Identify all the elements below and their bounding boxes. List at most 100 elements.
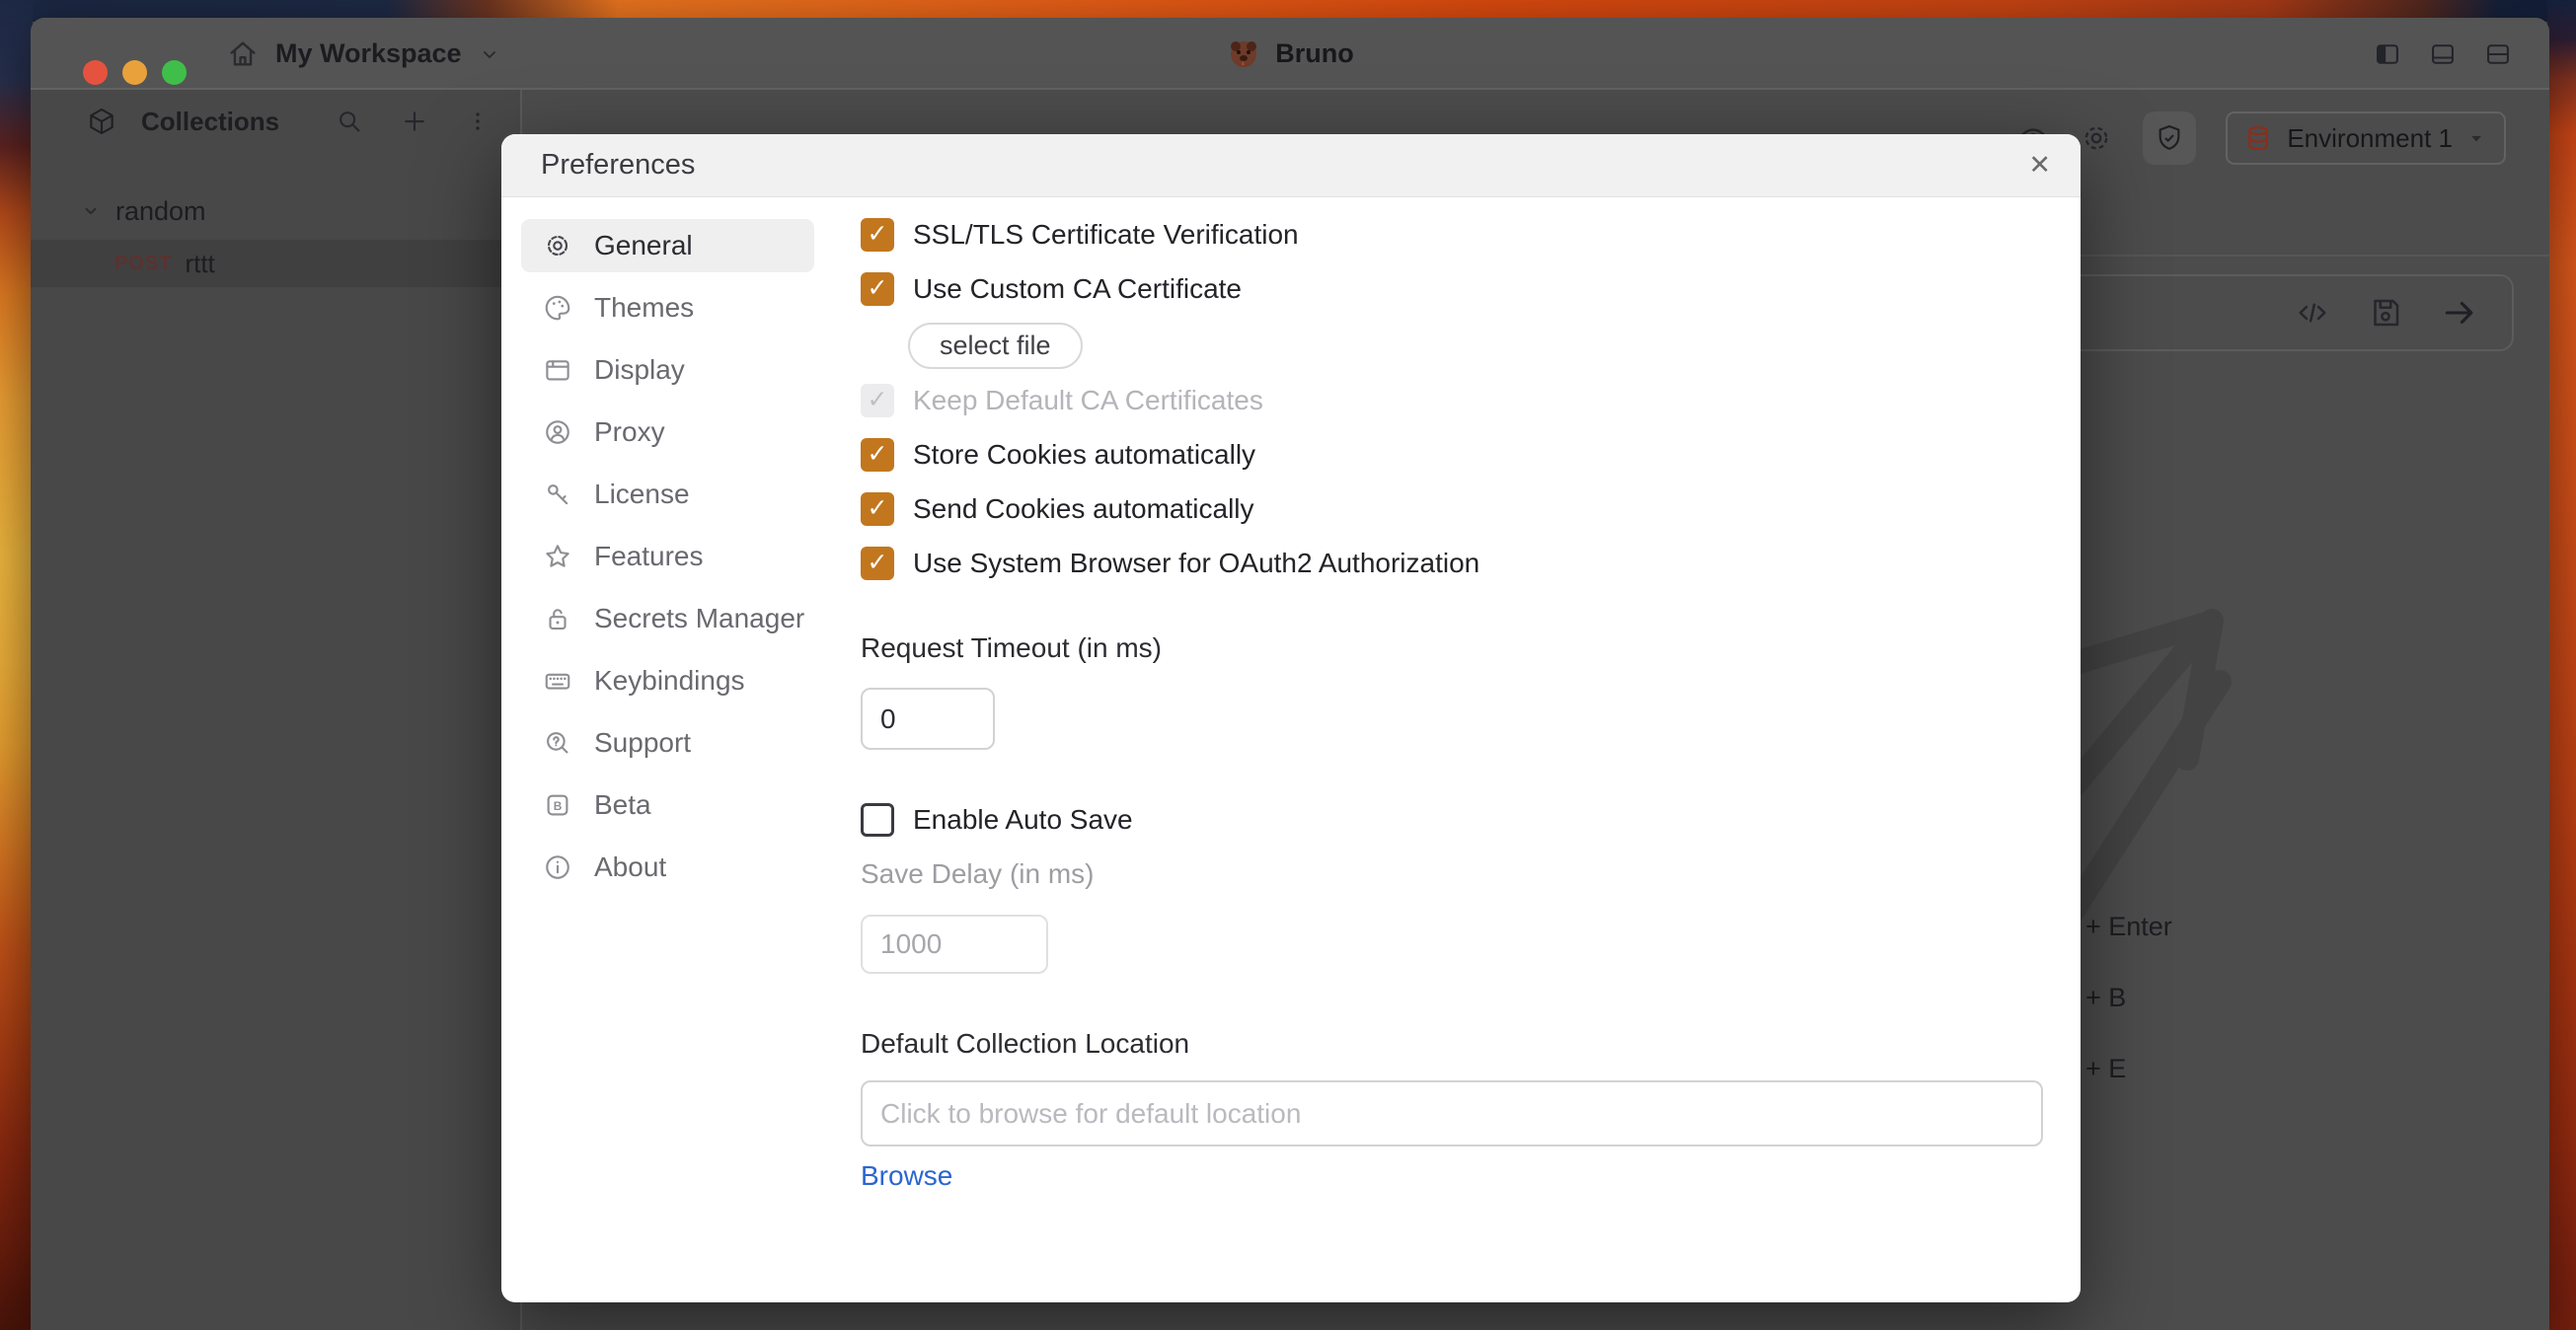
environment-label: Environment 1 [2287, 123, 2453, 154]
star-icon [543, 542, 572, 571]
display-icon [543, 355, 572, 385]
keep-row: ✓ Keep Default CA Certificates [861, 381, 1263, 420]
app-title: Bruno [1275, 38, 1353, 69]
send-arrow-icon[interactable] [2441, 294, 2478, 332]
browse-link[interactable]: Browse [861, 1156, 952, 1196]
key-icon [543, 480, 572, 509]
info-icon [543, 852, 572, 882]
save-delay-label: Save Delay (in ms) [861, 854, 1095, 894]
ssl-label: SSL/TLS Certificate Verification [913, 219, 1299, 251]
desktop-wallpaper-right [2547, 0, 2576, 1330]
keyboard-shortcuts-list: + Enter + B + E [2085, 909, 2172, 1086]
package-cube-icon [86, 106, 117, 137]
default-collection-location-input[interactable] [861, 1080, 2043, 1146]
enable-auto-save-checkbox[interactable]: ✓ [861, 803, 894, 837]
store-label: Store Cookies automatically [913, 439, 1255, 471]
desktop-wallpaper-left [0, 0, 33, 1330]
request-timeout-input[interactable] [861, 688, 995, 750]
modal-title: Preferences [541, 149, 695, 182]
ssl-row: ✓ SSL/TLS Certificate Verification [861, 215, 1299, 255]
nav-label: Display [594, 354, 685, 386]
send-checkbox[interactable]: ✓ [861, 492, 894, 526]
collection-item-random[interactable]: random [31, 188, 520, 234]
nav-label: Proxy [594, 416, 665, 448]
keyboard-icon [543, 666, 572, 696]
shield-check-button[interactable] [2143, 111, 2196, 165]
preferences-nav-general[interactable]: General [521, 219, 814, 272]
nav-label: Beta [594, 789, 651, 821]
shortcut-hint: + E [2085, 1051, 2172, 1086]
shield-check-icon [2154, 122, 2185, 154]
code-icon[interactable] [2295, 295, 2330, 331]
shortcut-hint: + Enter [2085, 909, 2172, 944]
preferences-nav: General Themes Display Proxy License Features… [521, 219, 814, 894]
preferences-nav-features[interactable]: Features [521, 530, 814, 583]
ca-row: ✓ Use Custom CA Certificate [861, 269, 1242, 309]
svg-text:B: B [554, 799, 563, 813]
environment-selector[interactable]: Environment 1 [2226, 111, 2506, 165]
preferences-modal-header: Preferences ✕ [501, 134, 2081, 197]
toggle-left-panel-icon[interactable] [2374, 40, 2401, 68]
oauth-row: ✓ Use System Browser for OAuth2 Authoriza… [861, 544, 1479, 583]
kebab-menu-icon[interactable] [465, 109, 491, 134]
collections-sidebar: Collections random [31, 90, 522, 1330]
nav-label: License [594, 479, 690, 510]
store-row: ✓ Store Cookies automatically [861, 435, 1255, 475]
nav-label: About [594, 851, 666, 883]
enable-auto-save-label: Enable Auto Save [913, 804, 1133, 836]
preferences-nav-keybindings[interactable]: Keybindings [521, 654, 814, 707]
nav-label: Support [594, 727, 691, 759]
search-icon[interactable] [335, 107, 364, 136]
toggle-bottom-panel-icon[interactable] [2429, 40, 2457, 68]
select-file-button[interactable]: select file [908, 323, 1083, 369]
oauth-checkbox[interactable]: ✓ [861, 547, 894, 580]
preferences-nav-about[interactable]: About [521, 841, 814, 894]
preferences-nav-support[interactable]: Support [521, 716, 814, 770]
preferences-nav-themes[interactable]: Themes [521, 281, 814, 334]
preferences-nav-secrets-manager[interactable]: Secrets Manager [521, 592, 814, 645]
preferences-nav-license[interactable]: License [521, 468, 814, 521]
keep-checkbox: ✓ [861, 384, 894, 417]
general-settings-pane: ✓ SSL/TLS Certificate Verification ✓ Use Cu… [861, 197, 2051, 1302]
keep-label: Keep Default CA Certificates [913, 385, 1263, 416]
nav-label: Themes [594, 292, 694, 324]
help-search-icon [543, 728, 572, 758]
nav-label: Features [594, 541, 704, 572]
preferences-nav-display[interactable]: Display [521, 343, 814, 397]
bruno-dog-logo-icon [1226, 37, 1261, 72]
shortcut-hint: + B [2085, 980, 2172, 1015]
request-item-rttt[interactable]: POST rttt [31, 240, 520, 287]
gear-icon [543, 231, 572, 260]
oauth-label: Use System Browser for OAuth2 Authorizat… [913, 548, 1479, 579]
nav-label: Secrets Manager [594, 603, 804, 634]
nav-label: General [594, 230, 693, 261]
ca-label: Use Custom CA Certificate [913, 273, 1242, 305]
default-collection-location-label: Default Collection Location [861, 1024, 1189, 1064]
chevron-down-icon[interactable] [78, 198, 104, 224]
collection-name: random [115, 196, 206, 227]
database-icon [2243, 123, 2273, 153]
preferences-nav-proxy[interactable]: Proxy [521, 406, 814, 459]
file-row: select file [861, 316, 1083, 375]
sidebar-title: Collections [141, 107, 279, 137]
save-delay-input[interactable] [861, 915, 1048, 974]
close-icon[interactable]: ✕ [2028, 152, 2051, 179]
request-method-badge: POST [114, 253, 172, 275]
toggle-split-rows-icon[interactable] [2484, 40, 2512, 68]
beta-icon: B [543, 790, 572, 820]
preferences-nav-beta[interactable]: B Beta [521, 778, 814, 832]
ssl-checkbox[interactable]: ✓ [861, 218, 894, 252]
settings-gear-icon[interactable] [2080, 121, 2113, 155]
send-label: Send Cookies automatically [913, 493, 1254, 525]
add-collection-icon[interactable] [400, 107, 429, 136]
request-name: rttt [185, 249, 214, 279]
save-icon[interactable] [2368, 295, 2403, 331]
preferences-modal: Preferences ✕ General Themes Display Proxy L… [501, 134, 2081, 1302]
caret-down-icon [2466, 128, 2486, 148]
send-row: ✓ Send Cookies automatically [861, 489, 1254, 529]
user-circle-icon [543, 417, 572, 447]
store-checkbox[interactable]: ✓ [861, 438, 894, 472]
lock-icon [543, 604, 572, 633]
ca-checkbox[interactable]: ✓ [861, 272, 894, 306]
request-timeout-label: Request Timeout (in ms) [861, 628, 1162, 668]
